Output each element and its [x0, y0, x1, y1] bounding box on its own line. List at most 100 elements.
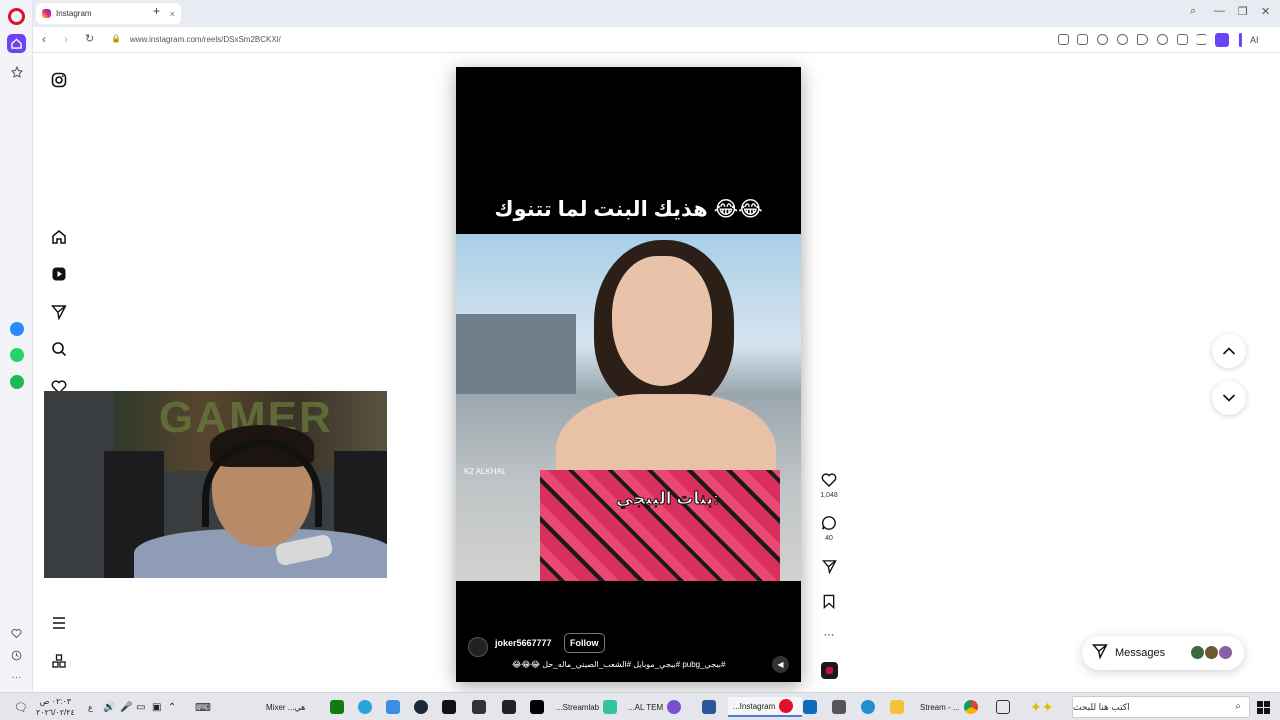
taskbar-app-chrome[interactable]: Stream - ... [920, 697, 982, 717]
volume-icon[interactable]: 🔊 [103, 697, 115, 717]
taskbar-app-explorer[interactable] [890, 697, 908, 717]
taskbar-search-box[interactable]: اكتب هنا للبحث ⌕ [1072, 696, 1250, 718]
share-icon[interactable] [820, 557, 838, 575]
taskbar-app-streamlabs[interactable]: ...Streamlab [556, 697, 621, 717]
taskbar-app-store[interactable] [832, 697, 850, 717]
url-field[interactable]: www.instagram.com/reels/DSxSm2BCKXl/ [130, 35, 281, 44]
heart-bookmark-icon[interactable] [1157, 34, 1168, 45]
player-icon[interactable] [1137, 34, 1148, 45]
taskbar-app-capcut[interactable] [472, 697, 490, 717]
forward-icon[interactable]: › [64, 32, 68, 46]
taskbar-app-azure[interactable] [386, 697, 404, 717]
notifications-icon[interactable]: 🗨 [14, 697, 28, 717]
home-icon[interactable] [50, 228, 68, 246]
reels-icon[interactable] [50, 265, 68, 283]
audio-track-icon[interactable] [820, 661, 838, 679]
message-avatar [1218, 645, 1233, 660]
app-icon [667, 700, 682, 714]
windows-start-icon[interactable] [1257, 697, 1270, 717]
telegram-icon [358, 700, 372, 714]
taskbar-app-tiktok[interactable] [530, 697, 548, 717]
search-icon[interactable] [50, 340, 68, 358]
video-building [456, 314, 576, 394]
taskbar-app-edge[interactable] [861, 697, 879, 717]
maximize-icon[interactable]: ❐ [1238, 5, 1248, 18]
messenger-icon[interactable] [7, 319, 26, 338]
menu-hamburger-icon[interactable] [50, 614, 68, 632]
history-clock-icon[interactable] [7, 646, 26, 665]
windows-taskbar: 🗨 ٠٢:٠٣ ص ٢٠٢٦/٠٢/٢٤ ع 🔊 🎤 ▭ ▣ ⌃ ⌨ Mixer… [0, 692, 1280, 720]
opera-sidebar: ··· [0, 0, 33, 692]
taskbar-app-al-tem[interactable]: ...AL TEM [628, 697, 685, 717]
messages-button[interactable]: Messages [1082, 636, 1244, 670]
reload-icon[interactable]: ↻ [85, 32, 94, 45]
camera-icon[interactable] [1077, 34, 1088, 45]
reel-video[interactable]: K2 ALKHAL بنات الببجي: [456, 234, 801, 581]
taskbar-app-label: ...Streamlab [556, 702, 600, 712]
back-icon[interactable]: ‹ [42, 32, 46, 46]
shield-icon[interactable] [1097, 34, 1108, 45]
webcam-overlay: GAMER [44, 391, 387, 578]
whatsapp-icon[interactable] [7, 345, 26, 364]
taskbar-app-telegram[interactable] [358, 697, 376, 717]
task-view-icon[interactable] [996, 697, 1014, 717]
taskbar-app-steam[interactable] [414, 697, 432, 717]
taskbar-app-xbox[interactable] [330, 697, 348, 717]
system-clock[interactable]: ٠٢:٠٣ ص ٢٠٢٦/٠٢/٢٤ [36, 696, 75, 718]
copilot-sparkle-icon[interactable]: ✦✦ [1030, 697, 1053, 717]
messages-send-icon [1091, 643, 1108, 664]
new-tab-button[interactable]: + [153, 4, 160, 18]
taskbar-app-word[interactable] [702, 697, 720, 717]
more-options-icon[interactable]: ··· [820, 626, 838, 644]
language-indicator[interactable]: ع [88, 697, 93, 717]
taskbar-app-kick[interactable] [442, 697, 460, 717]
microphone-icon[interactable]: 🎤 [120, 697, 132, 717]
more-dots-icon[interactable]: ··· [7, 668, 26, 687]
vpn-icon[interactable] [1117, 34, 1128, 45]
taskbar-app-mixer[interactable]: Mixer ...هي [266, 697, 305, 717]
spotify-icon[interactable] [7, 372, 26, 391]
show-hidden-icons[interactable]: ⌃ [168, 697, 176, 717]
taskbar-app-outlook[interactable] [803, 697, 821, 717]
task-view-glyph [996, 700, 1010, 714]
previous-reel-button[interactable] [1212, 334, 1246, 368]
reel-footer: joker5667777 Follow #ببجي_pubg #ببجي_موب… [456, 627, 801, 682]
easy-setup-icon[interactable] [1196, 34, 1207, 45]
heart-icon[interactable] [7, 624, 26, 643]
keyboard-icon[interactable]: ⌨ [195, 697, 211, 717]
star-icon[interactable] [7, 62, 26, 81]
tab-close-icon[interactable]: × [170, 9, 175, 19]
download-icon[interactable] [1177, 34, 1188, 45]
store-icon [832, 700, 846, 714]
direct-send-icon[interactable] [50, 303, 68, 321]
tiktok-icon [530, 700, 544, 714]
message-avatar [1204, 645, 1219, 660]
display-icon[interactable]: ▭ [136, 697, 145, 717]
author-username[interactable]: joker5667777 [495, 638, 552, 648]
search-placeholder: اكتب هنا للبحث [1073, 701, 1130, 712]
edit-icon[interactable] [1058, 34, 1069, 45]
profile-icon[interactable] [1215, 33, 1229, 47]
mute-sound-icon[interactable]: ◀ [772, 656, 789, 673]
taskbar-app-epic[interactable] [502, 697, 520, 717]
app-icon [442, 700, 456, 714]
next-reel-button[interactable] [1212, 381, 1246, 415]
home-speed-dial-icon[interactable] [7, 34, 26, 53]
tray-app-icon[interactable]: ▣ [152, 697, 161, 717]
minimize-icon[interactable]: — [1214, 5, 1225, 17]
opera-logo-icon[interactable] [8, 8, 25, 25]
reel-caption-text: هذيك البنت لما تتنوك 😂😂 [494, 198, 763, 221]
ai-button[interactable]: AI [1250, 35, 1259, 45]
tab-search-icon[interactable]: ⌕ [1190, 5, 1196, 18]
instagram-logo-icon[interactable] [50, 71, 68, 89]
save-bookmark-icon[interactable] [820, 592, 838, 610]
follow-button[interactable]: Follow [564, 633, 605, 653]
author-avatar[interactable] [468, 637, 488, 657]
reel-player[interactable]: هذيك البنت لما تتنوك 😂😂 K2 ALKHAL بنات ا… [456, 67, 801, 682]
taskbar-app-instagram-opera[interactable]: ...Instagram [728, 697, 803, 717]
like-heart-icon[interactable] [820, 471, 838, 489]
also-from-meta-icon[interactable] [50, 652, 68, 670]
close-window-icon[interactable]: ✕ [1261, 5, 1270, 18]
comment-icon[interactable] [820, 514, 838, 532]
tab-bar: Instagram × + ⌕ — ❐ ✕ [33, 0, 1280, 27]
